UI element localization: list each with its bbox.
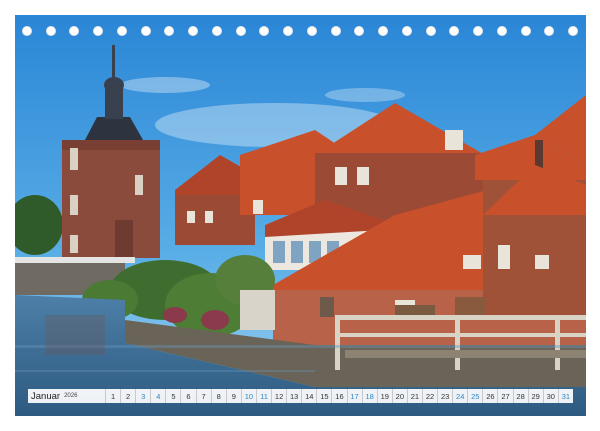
- binding-hole: [544, 26, 555, 36]
- binding-hole: [568, 26, 578, 36]
- binding-hole: [22, 26, 32, 36]
- day-cell: 22: [421, 389, 437, 403]
- binding-hole: [401, 26, 412, 36]
- binding-holes: [22, 26, 578, 38]
- day-cell: 27: [497, 389, 512, 403]
- cover-photo: [15, 15, 586, 416]
- binding-hole: [449, 26, 460, 36]
- binding-hole: [93, 26, 104, 36]
- day-cell: 26: [482, 389, 497, 403]
- day-cell: 23: [437, 389, 452, 403]
- binding-hole: [45, 26, 56, 36]
- day-cell: 25: [467, 389, 482, 403]
- day-cell: 24: [452, 389, 467, 403]
- calendar-page: Januar 2026 1 2 3 4 5 6 7 8 9 10 11 12 13 14 15 16 17 18 1…: [0, 0, 600, 431]
- day-cell: 19: [376, 389, 392, 403]
- day-cell: 20: [391, 389, 407, 403]
- calendar-strip: Januar 2026 1 2 3 4 5 6 7 8 9 10 11 12 13 14 15 16 17 18 1…: [28, 389, 573, 403]
- binding-hole: [496, 26, 507, 36]
- day-cell: 10: [240, 389, 256, 403]
- binding-hole: [306, 26, 317, 36]
- day-cell: 7: [195, 389, 211, 403]
- binding-hole: [354, 26, 365, 36]
- day-cell: 12: [271, 389, 286, 403]
- month-label-group: Januar 2026: [28, 389, 105, 403]
- day-cell: 31: [557, 389, 573, 403]
- binding-hole: [188, 26, 199, 36]
- day-cell: 2: [120, 389, 135, 403]
- day-cell: 16: [331, 389, 346, 403]
- day-cells: 1 2 3 4 5 6 7 8 9 10 11 12 13 14 15 16 17 18 19 20 21 22 23 24 2…: [105, 389, 573, 403]
- day-cell: 17: [346, 389, 362, 403]
- day-cell: 8: [210, 389, 226, 403]
- day-cell: 9: [225, 389, 241, 403]
- binding-hole: [259, 26, 270, 36]
- day-cell: 13: [286, 389, 301, 403]
- day-cell: 15: [316, 389, 331, 403]
- binding-hole: [69, 26, 80, 36]
- binding-hole: [378, 26, 389, 36]
- day-cell: 28: [512, 389, 528, 403]
- binding-hole: [473, 26, 484, 36]
- day-cell: 11: [255, 389, 271, 403]
- day-cell: 6: [180, 389, 195, 403]
- binding-hole: [235, 26, 246, 36]
- binding-hole: [283, 26, 294, 36]
- binding-hole: [116, 26, 127, 36]
- month-name: Januar: [31, 390, 61, 402]
- binding-hole: [520, 26, 531, 36]
- binding-hole: [164, 26, 175, 36]
- day-cell: 18: [361, 389, 377, 403]
- day-cell: 4: [150, 389, 165, 403]
- day-cell: 3: [135, 389, 150, 403]
- binding-hole: [211, 26, 222, 36]
- day-cell: 5: [165, 389, 180, 403]
- binding-hole: [140, 26, 151, 36]
- year-label: 2026: [64, 393, 78, 399]
- binding-hole: [425, 26, 436, 36]
- binding-hole: [330, 26, 341, 36]
- day-cell: 1: [105, 389, 120, 403]
- day-cell: 30: [542, 389, 558, 403]
- day-cell: 14: [301, 389, 316, 403]
- day-cell: 29: [527, 389, 543, 403]
- day-cell: 21: [406, 389, 422, 403]
- harbor-town-illustration: [15, 15, 586, 416]
